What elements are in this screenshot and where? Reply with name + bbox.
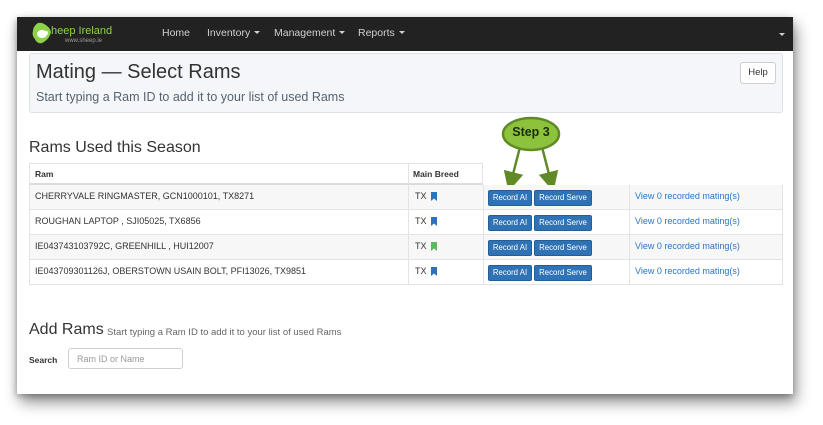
nav-inventory[interactable]: Inventory: [207, 27, 261, 39]
bookmark-icon: [431, 242, 437, 251]
arrow-to-record-ai: [503, 146, 524, 192]
view-matings-link[interactable]: View 0 recorded mating(s): [635, 266, 740, 276]
table-row: IE043709301126J, OBERSTOWN USAIN BOLT, P…: [29, 260, 783, 285]
bookmark-icon: [431, 217, 437, 226]
table-row: CHERRYVALE RINGMASTER, GCN1000101, TX827…: [29, 185, 783, 210]
column-divider: [483, 185, 484, 209]
record-serve-button[interactable]: Record Serve: [534, 190, 592, 206]
column-divider: [408, 164, 409, 184]
column-divider: [483, 210, 484, 234]
step-label: Step 3: [512, 125, 550, 139]
app-window: heep Ireland www.sheep.ie Home Inventory…: [17, 17, 793, 394]
column-divider: [629, 235, 630, 259]
record-ai-button[interactable]: Record AI: [488, 265, 532, 281]
nav-management-label: Management: [274, 27, 336, 39]
add-rams-title: Add Rams: [29, 321, 104, 338]
user-menu-caret-icon[interactable]: [779, 33, 785, 36]
column-divider: [629, 185, 630, 209]
record-ai-button[interactable]: Record AI: [488, 190, 532, 206]
help-button[interactable]: Help: [740, 62, 776, 84]
view-matings-link[interactable]: View 0 recorded mating(s): [635, 191, 740, 201]
record-serve-button[interactable]: Record Serve: [534, 240, 592, 256]
view-matings-link[interactable]: View 0 recorded mating(s): [635, 216, 740, 226]
column-divider: [408, 235, 409, 259]
ram-search-input[interactable]: [68, 348, 183, 369]
breed-code: TX: [415, 241, 427, 251]
page-header: Mating — Select Rams Start typing a Ram …: [29, 53, 783, 113]
ram-name: CHERRYVALE RINGMASTER, GCN1000101, TX827…: [35, 191, 255, 201]
table-header: Ram Main Breed: [29, 163, 483, 185]
arrow-to-record-serve: [538, 146, 559, 192]
table-row: IE043743103792C, GREENHILL , HUI12007 TX…: [29, 235, 783, 260]
add-rams-subtitle: Start typing a Ram ID to add it to your …: [107, 327, 342, 338]
nav-management[interactable]: Management: [274, 27, 346, 39]
ireland-map-icon: [32, 22, 51, 44]
brand-logo[interactable]: heep Ireland www.sheep.ie: [27, 20, 117, 48]
column-header-ram: Ram: [35, 169, 54, 179]
breed-code: TX: [415, 266, 427, 276]
brand-name: heep Ireland: [51, 25, 113, 37]
nav-home[interactable]: Home: [162, 27, 190, 39]
nav-reports[interactable]: Reports: [358, 27, 405, 39]
record-serve-button[interactable]: Record Serve: [534, 265, 592, 281]
ram-name: IE043743103792C, GREENHILL , HUI12007: [35, 241, 214, 251]
record-serve-button[interactable]: Record Serve: [534, 215, 592, 231]
column-divider: [408, 210, 409, 234]
brand-url: www.sheep.ie: [65, 38, 103, 44]
bookmark-icon: [431, 192, 437, 201]
column-divider: [408, 185, 409, 209]
rams-used-title: Rams Used this Season: [29, 139, 201, 156]
ram-name: IE043709301126J, OBERSTOWN USAIN BOLT, P…: [35, 266, 306, 276]
column-divider: [629, 260, 630, 284]
table-row: ROUGHAN LAPTOP , SJI05025, TX6856 TX Rec…: [29, 210, 783, 235]
record-ai-button[interactable]: Record AI: [488, 240, 532, 256]
navbar: heep Ireland www.sheep.ie Home Inventory…: [17, 17, 793, 51]
breed-code: TX: [415, 216, 427, 226]
nav-inventory-label: Inventory: [207, 27, 251, 39]
column-header-breed: Main Breed: [413, 169, 459, 179]
search-label: Search: [29, 355, 58, 365]
page-subtitle: Start typing a Ram ID to add it to your …: [36, 90, 345, 104]
nav-reports-label: Reports: [358, 27, 395, 39]
column-divider: [483, 235, 484, 259]
breed-code: TX: [415, 191, 427, 201]
bookmark-icon: [431, 267, 437, 276]
caret-down-icon: [339, 31, 346, 34]
ram-name: ROUGHAN LAPTOP , SJI05025, TX6856: [35, 216, 201, 226]
page-title: Mating — Select Rams: [36, 61, 241, 83]
column-divider: [629, 210, 630, 234]
record-ai-button[interactable]: Record AI: [488, 215, 532, 231]
caret-down-icon: [254, 31, 261, 34]
column-divider: [483, 260, 484, 284]
view-matings-link[interactable]: View 0 recorded mating(s): [635, 241, 740, 251]
column-divider: [408, 260, 409, 284]
caret-down-icon: [398, 31, 405, 34]
nav-home-label: Home: [162, 27, 191, 39]
